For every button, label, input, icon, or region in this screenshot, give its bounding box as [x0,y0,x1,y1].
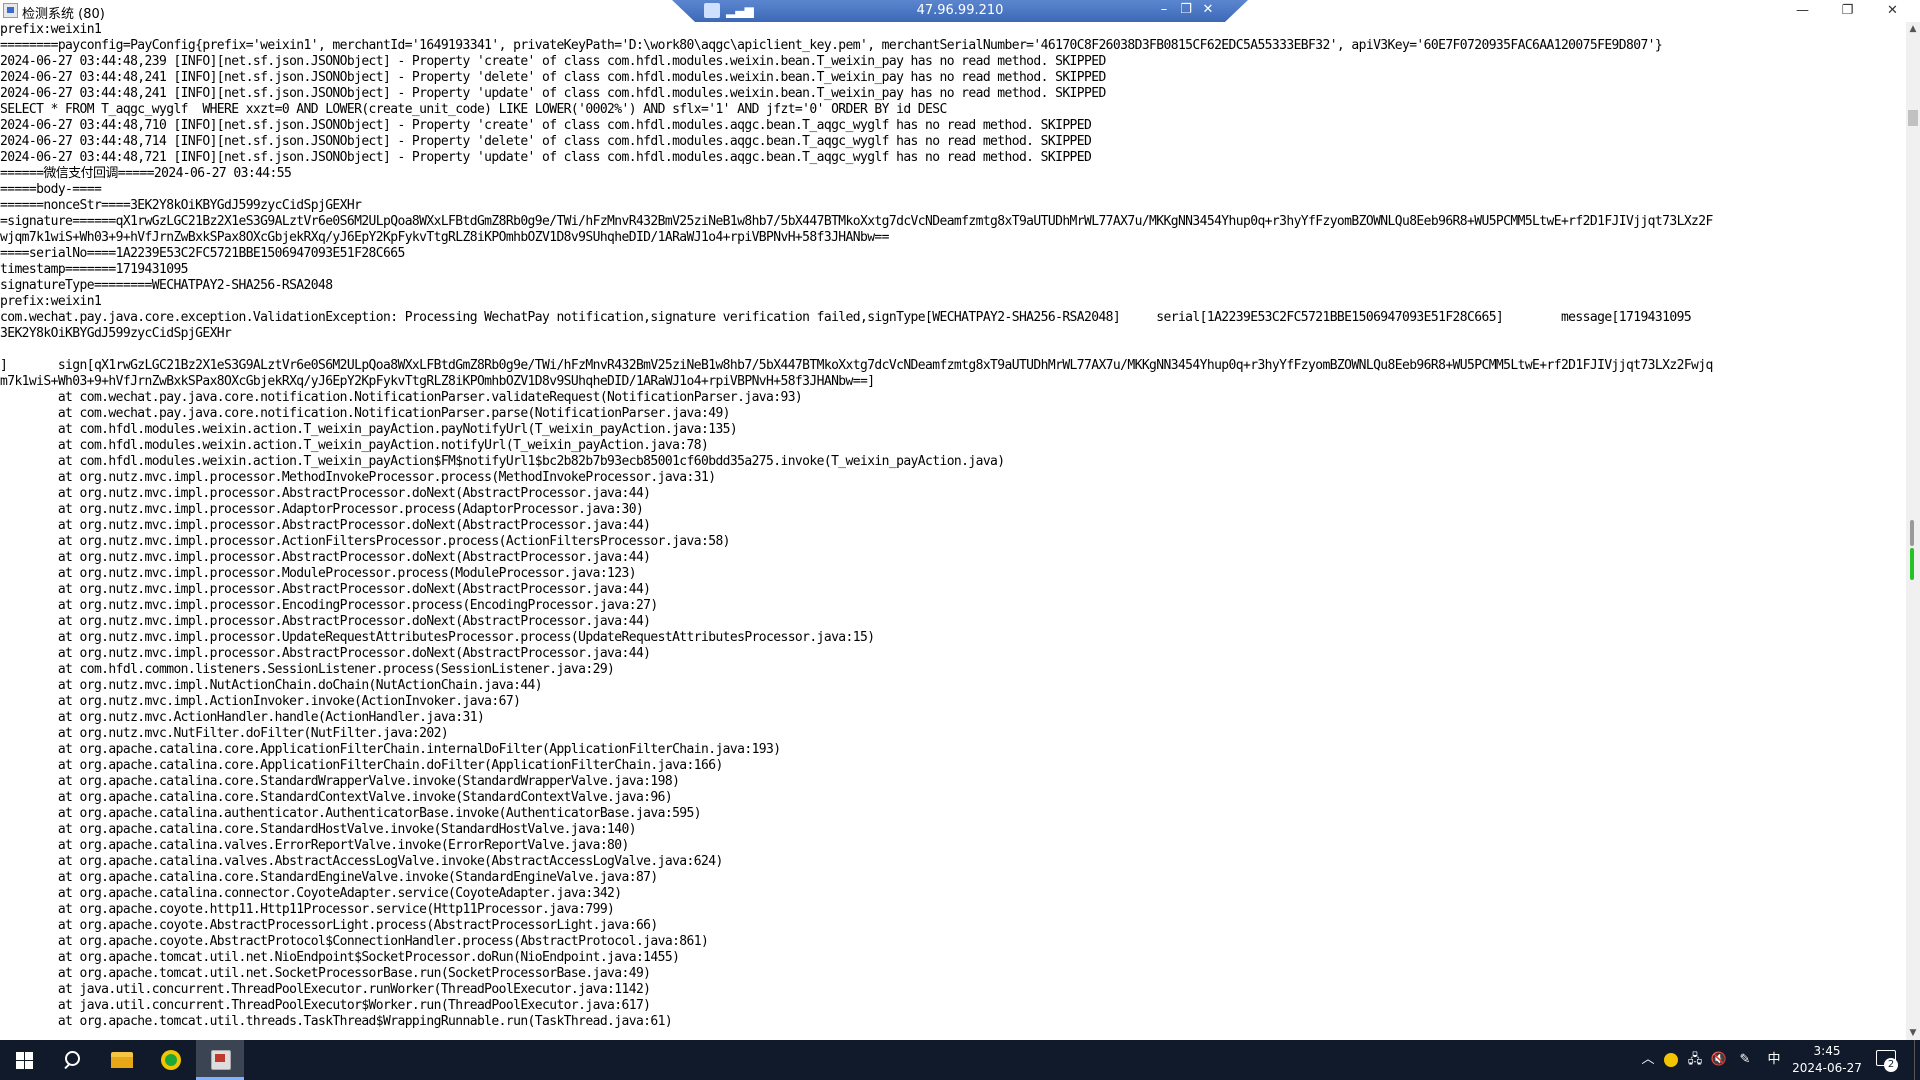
console-line: at com.hfdl.common.listeners.SessionList… [0,662,615,677]
scroll-thumb[interactable] [1908,110,1918,126]
console-line: at org.nutz.mvc.impl.processor.AbstractP… [0,614,651,629]
console-line: ======nonceStr====3EK2Y8kOiKBYGdJ599zycC… [0,198,362,213]
clock-time: 3:45 [1813,1044,1841,1058]
taskbar: ︿ 🖧 🔇 ✎ 中 3:45 2024-06-27 2 [0,1040,1920,1080]
console-line: at org.apache.catalina.core.StandardHost… [0,822,637,837]
input-method-indicator[interactable]: 中 [1762,1040,1786,1080]
taskbar-clock[interactable]: 3:45 2024-06-27 [1790,1043,1864,1077]
console-line: at org.nutz.mvc.impl.processor.UpdateReq… [0,630,875,645]
console-taskbar-button[interactable] [196,1040,244,1080]
console-line: at org.apache.coyote.http11.Http11Proces… [0,902,615,917]
console-line: 2024-06-27 03:44:48,241 [INFO][net.sf.js… [0,86,1106,101]
console-line: prefix:weixin1 [0,22,102,37]
console-line: at org.nutz.mvc.impl.processor.ModulePro… [0,566,637,581]
remote-minimize-button[interactable]: – [1155,2,1173,17]
minimize-button[interactable]: — [1780,0,1825,22]
remote-connection-bar[interactable]: ▂▄▆ 47.96.99.210 – ❐ ✕ [672,0,1248,22]
notification-count-badge: 2 [1884,1058,1898,1072]
console-line: at org.apache.tomcat.util.net.SocketProc… [0,966,651,981]
console-line: com.wechat.pay.java.core.exception.Valid… [0,310,1692,325]
window-title: 检测系统 (80) [22,7,105,22]
console-line: at org.nutz.mvc.impl.processor.AdaptorPr… [0,502,644,517]
console-line: at org.apache.catalina.core.ApplicationF… [0,758,723,773]
pinned-app-button[interactable] [147,1040,195,1080]
clock-date: 2024-06-27 [1792,1061,1862,1075]
tray-expand-chevron-icon[interactable]: ︿ [1638,1040,1658,1080]
console-line: at org.nutz.mvc.impl.processor.AbstractP… [0,486,651,501]
console-line: m7k1wiS+Wh03+9+hVfJrnZwBxkSPax8OXcGbjekR… [0,374,875,389]
console-line: ====serialNo====1A2239E53C2FC5721BBE1506… [0,246,405,261]
close-button[interactable]: ✕ [1870,0,1915,22]
start-button[interactable] [0,1040,48,1080]
console-line: at com.hfdl.modules.weixin.action.T_weix… [0,422,738,437]
console-line: at org.nutz.mvc.impl.processor.ActionFil… [0,534,731,549]
console-line: at com.wechat.pay.java.core.notification… [0,406,731,421]
console-line: 2024-06-27 03:44:48,239 [INFO][net.sf.js… [0,54,1106,69]
console-line: at com.hfdl.modules.weixin.action.T_weix… [0,454,1005,469]
console-line: 2024-06-27 03:44:48,721 [INFO][net.sf.js… [0,150,1092,165]
console-line: at org.apache.catalina.valves.AbstractAc… [0,854,723,869]
search-button[interactable] [48,1040,96,1080]
console-line: 3EK2Y8kOiKBYGdJ599zycCidSpjGEXHr [0,326,232,341]
console-line: 2024-06-27 03:44:48,714 [INFO][net.sf.js… [0,134,1092,149]
console-line: at org.apache.coyote.AbstractProtocol$Co… [0,934,709,949]
scroll-up-arrow-icon[interactable]: ▲ [1906,22,1920,36]
console-app-icon [3,3,18,18]
console-line: ] sign[qX1rwGzLGC21Bz2X1eS3G9ALztVr6e0S6… [0,358,1713,373]
pen-icon[interactable]: ✎ [1734,1040,1756,1080]
console-line: at org.nutz.mvc.impl.processor.AbstractP… [0,518,651,533]
console-line: 2024-06-27 03:44:48,710 [INFO][net.sf.js… [0,118,1092,133]
console-line: prefix:weixin1 [0,294,102,309]
console-line: at java.util.concurrent.ThreadPoolExecut… [0,998,651,1013]
volume-muted-icon[interactable]: 🔇 [1708,1040,1730,1080]
console-line: at org.nutz.mvc.impl.processor.EncodingP… [0,598,658,613]
console-line: ========payconfig=PayConfig{prefix='weix… [0,38,1663,53]
console-line: at com.wechat.pay.java.core.notification… [0,390,803,405]
console-line: =====body-==== [0,182,102,197]
side-status-indicator[interactable] [1910,548,1914,580]
console-line: at org.nutz.mvc.impl.processor.AbstractP… [0,646,651,661]
remote-restore-button[interactable]: ❐ [1177,2,1195,17]
console-line: at org.nutz.mvc.impl.ActionInvoker.invok… [0,694,521,709]
file-explorer-button[interactable] [98,1040,146,1080]
restore-button[interactable]: ❐ [1825,0,1870,22]
console-line: at org.apache.catalina.valves.ErrorRepor… [0,838,630,853]
console-line: at org.apache.catalina.connector.CoyoteA… [0,886,622,901]
console-output[interactable]: prefix:weixin1 ========payconfig=PayConfi… [0,22,1906,1040]
console-line: at org.nutz.mvc.impl.processor.MethodInv… [0,470,716,485]
console-line: at org.apache.tomcat.util.net.NioEndpoin… [0,950,680,965]
console-line: 2024-06-27 03:44:48,241 [INFO][net.sf.js… [0,70,1106,85]
console-line: at org.nutz.mvc.ActionHandler.handle(Act… [0,710,485,725]
console-line: at com.hfdl.modules.weixin.action.T_weix… [0,438,709,453]
console-line: at org.apache.catalina.core.ApplicationF… [0,742,781,757]
remote-close-button[interactable]: ✕ [1199,2,1217,17]
console-line: wjqm7k1wiS+Wh03+9+hVfJrnZwBxkSPax8OXcGbj… [0,230,889,245]
console-line: at org.apache.catalina.core.StandardWrap… [0,774,680,789]
console-line: at org.apache.coyote.AbstractProcessorLi… [0,918,658,933]
console-line: at org.apache.catalina.core.StandardEngi… [0,870,658,885]
console-line: at org.nutz.mvc.impl.processor.AbstractP… [0,582,651,597]
side-handle[interactable] [1910,520,1914,546]
console-log: prefix:weixin1 ========payconfig=PayConfi… [0,22,1906,1030]
show-desktop-button[interactable] [1914,1040,1920,1080]
tray-app-icon[interactable] [1660,1040,1682,1080]
console-line: =signature======qX1rwGzLGC21Bz2X1eS3G9AL… [0,214,1713,229]
notification-center-button[interactable]: 2 [1874,1048,1898,1072]
console-line: at org.nutz.mvc.impl.processor.AbstractP… [0,550,651,565]
console-line: ======微信支付回调=====2024-06-27 03:44:55 [0,166,292,181]
scroll-down-arrow-icon[interactable]: ▼ [1906,1026,1920,1040]
console-line: at org.apache.catalina.authenticator.Aut… [0,806,702,821]
console-line: at java.util.concurrent.ThreadPoolExecut… [0,982,651,997]
console-line: signatureType========WECHATPAY2-SHA256-R… [0,278,333,293]
console-line: SELECT * FROM T_aqgc_wyglf WHERE xxzt=0 … [0,102,947,117]
console-line: at org.apache.tomcat.util.threads.TaskTh… [0,1014,673,1029]
console-line: at org.apache.catalina.core.StandardCont… [0,790,673,805]
console-line: timestamp=======1719431095 [0,262,189,277]
network-icon[interactable]: 🖧 [1684,1040,1706,1080]
console-line: at org.nutz.mvc.impl.NutActionChain.doCh… [0,678,543,693]
console-line: at org.nutz.mvc.NutFilter.doFilter(NutFi… [0,726,449,741]
